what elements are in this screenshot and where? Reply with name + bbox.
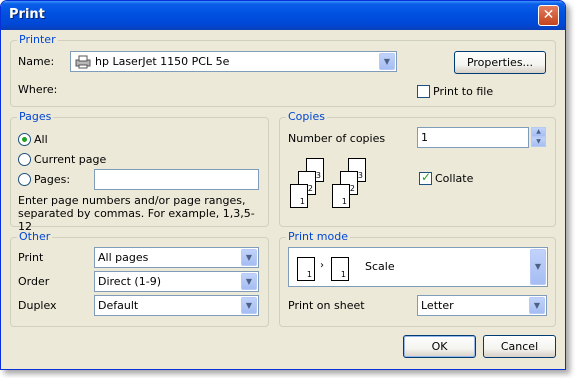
printer-icon bbox=[75, 55, 91, 69]
chevron-down-icon[interactable]: ▼ bbox=[241, 249, 257, 266]
pages-hint: Enter page numbers and/or page ranges, s… bbox=[18, 194, 255, 233]
pages-current-radio[interactable] bbox=[18, 153, 31, 166]
copies-group-title: Copies bbox=[286, 110, 327, 123]
print-to-file-checkbox[interactable] bbox=[417, 85, 430, 98]
dialog-body: Printer Name: hp LaserJet 1150 PCL 5e ▼ … bbox=[4, 30, 562, 368]
spin-up-icon[interactable]: ▲ bbox=[531, 127, 546, 137]
printer-group-title: Printer bbox=[17, 33, 58, 46]
copies-number-value: 1 bbox=[421, 131, 428, 144]
pages-current-label[interactable]: Current page bbox=[34, 153, 106, 166]
print-on-sheet-select[interactable]: Letter ▼ bbox=[417, 295, 547, 316]
spin-down-icon[interactable]: ▼ bbox=[531, 137, 546, 147]
other-group-title: Other bbox=[17, 230, 53, 243]
other-duplex-select[interactable]: Default ▼ bbox=[94, 295, 259, 316]
other-print-label: Print bbox=[18, 251, 44, 264]
pages-group-title: Pages bbox=[17, 110, 54, 123]
close-button[interactable]: ✕ bbox=[538, 5, 559, 26]
print-dialog: Print ✕ Printer Name: hp LaserJet 1150 P… bbox=[0, 0, 566, 370]
close-icon: ✕ bbox=[542, 7, 555, 23]
print-mode-group: Print mode 1 › 1 Scale ▼ Print on sheet … bbox=[279, 230, 556, 327]
chevron-down-icon[interactable]: ▼ bbox=[529, 297, 545, 314]
other-group: Other Print All pages ▼ Order Direct (1-… bbox=[10, 230, 269, 327]
other-order-label: Order bbox=[18, 275, 50, 288]
print-mode-group-title: Print mode bbox=[286, 230, 350, 243]
chevron-down-icon[interactable]: ▼ bbox=[241, 273, 257, 290]
other-order-select[interactable]: Direct (1-9) ▼ bbox=[94, 271, 259, 292]
chevron-down-icon[interactable]: ▼ bbox=[379, 53, 395, 70]
mode-page-icon: 1 bbox=[331, 257, 349, 281]
print-on-sheet-label: Print on sheet bbox=[288, 299, 365, 312]
title-bar[interactable]: Print ✕ bbox=[1, 1, 565, 30]
printer-where-label: Where: bbox=[18, 83, 58, 96]
copies-number-input[interactable]: 1 bbox=[417, 127, 529, 148]
print-to-file-label[interactable]: Print to file bbox=[433, 85, 493, 98]
pages-range-radio[interactable] bbox=[18, 173, 31, 186]
copies-group: Copies Number of copies 1 ▲ ▼ 3 2 1 3 2 … bbox=[279, 110, 556, 227]
mode-page-icon: 1 bbox=[297, 257, 315, 281]
printer-name-value: hp LaserJet 1150 PCL 5e bbox=[95, 55, 230, 68]
printer-name-select[interactable]: hp LaserJet 1150 PCL 5e ▼ bbox=[70, 51, 397, 72]
cancel-button[interactable]: Cancel bbox=[483, 335, 556, 358]
collate-page: 1 bbox=[290, 184, 308, 208]
pages-all-radio[interactable] bbox=[18, 133, 31, 146]
printer-name-label: Name: bbox=[18, 55, 55, 68]
print-mode-select[interactable]: 1 › 1 Scale ▼ bbox=[288, 247, 548, 287]
pages-group: Pages All Current page Pages: Enter page… bbox=[10, 110, 269, 233]
other-print-select[interactable]: All pages ▼ bbox=[94, 247, 259, 268]
copies-spinner[interactable]: ▲ ▼ bbox=[531, 127, 546, 148]
chevron-down-icon[interactable]: ▼ bbox=[241, 297, 257, 314]
copies-number-label: Number of copies bbox=[288, 132, 386, 145]
other-print-value: All pages bbox=[98, 251, 149, 264]
window-title: Print bbox=[9, 7, 45, 22]
pages-range-label[interactable]: Pages: bbox=[34, 173, 70, 186]
pages-range-input[interactable] bbox=[94, 169, 259, 190]
print-on-sheet-value: Letter bbox=[421, 299, 454, 312]
collate-label[interactable]: Collate bbox=[435, 172, 473, 185]
mode-arrow-icon: › bbox=[320, 260, 324, 271]
other-duplex-value: Default bbox=[98, 299, 139, 312]
other-order-value: Direct (1-9) bbox=[98, 275, 161, 288]
pages-all-label[interactable]: All bbox=[34, 133, 48, 146]
chevron-down-icon[interactable]: ▼ bbox=[530, 249, 546, 285]
ok-button[interactable]: OK bbox=[403, 335, 476, 358]
other-duplex-label: Duplex bbox=[18, 299, 57, 312]
collate-checkbox[interactable] bbox=[419, 170, 432, 185]
print-mode-value: Scale bbox=[365, 260, 395, 273]
printer-group: Printer Name: hp LaserJet 1150 PCL 5e ▼ … bbox=[10, 33, 556, 107]
properties-button[interactable]: Properties... bbox=[454, 51, 546, 74]
collate-illustration: 3 2 1 3 2 1 bbox=[288, 156, 408, 218]
collate-page: 1 bbox=[332, 184, 350, 208]
